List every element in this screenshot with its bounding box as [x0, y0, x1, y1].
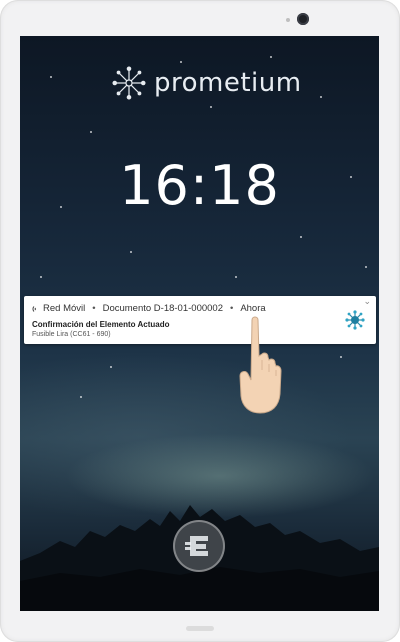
- front-camera: [297, 13, 309, 25]
- notification-document: Documento D-18-01-000002: [102, 303, 223, 314]
- brand-logo: prometium: [110, 64, 302, 102]
- tap-hand-icon: [239, 316, 282, 414]
- notification-card[interactable]: Red Móvil • Documento D-18-01-000002 • A…: [24, 296, 376, 344]
- tablet-frame: prometium 16:18 Red Móvil • Documento D-…: [0, 0, 400, 642]
- notification-body: Fusible Lira (CC61 - 690): [32, 331, 111, 338]
- separator-dot: •: [92, 303, 96, 314]
- notification-header: Red Móvil • Documento D-18-01-000002 • A…: [32, 303, 266, 314]
- prometium-logo-icon: [112, 66, 146, 100]
- lock-screen: prometium 16:18 Red Móvil • Documento D-…: [20, 36, 379, 611]
- network-hub-icon: [345, 310, 365, 330]
- sensor-dot: [286, 18, 290, 22]
- chevron-down-icon[interactable]: ⌄: [363, 296, 371, 306]
- brand-name: prometium: [154, 68, 302, 98]
- lockscreen-clock: 16:18: [119, 154, 280, 217]
- e-logo-button[interactable]: [173, 520, 225, 572]
- notification-title: Confirmación del Elemento Actuado: [32, 320, 170, 329]
- e-logo-icon: [185, 536, 208, 556]
- signal-icon: [32, 305, 37, 312]
- separator-dot: •: [229, 303, 234, 314]
- home-indicator: [186, 626, 214, 631]
- notification-app-name: Red Móvil: [43, 303, 86, 314]
- notification-time: Ahora: [240, 303, 266, 314]
